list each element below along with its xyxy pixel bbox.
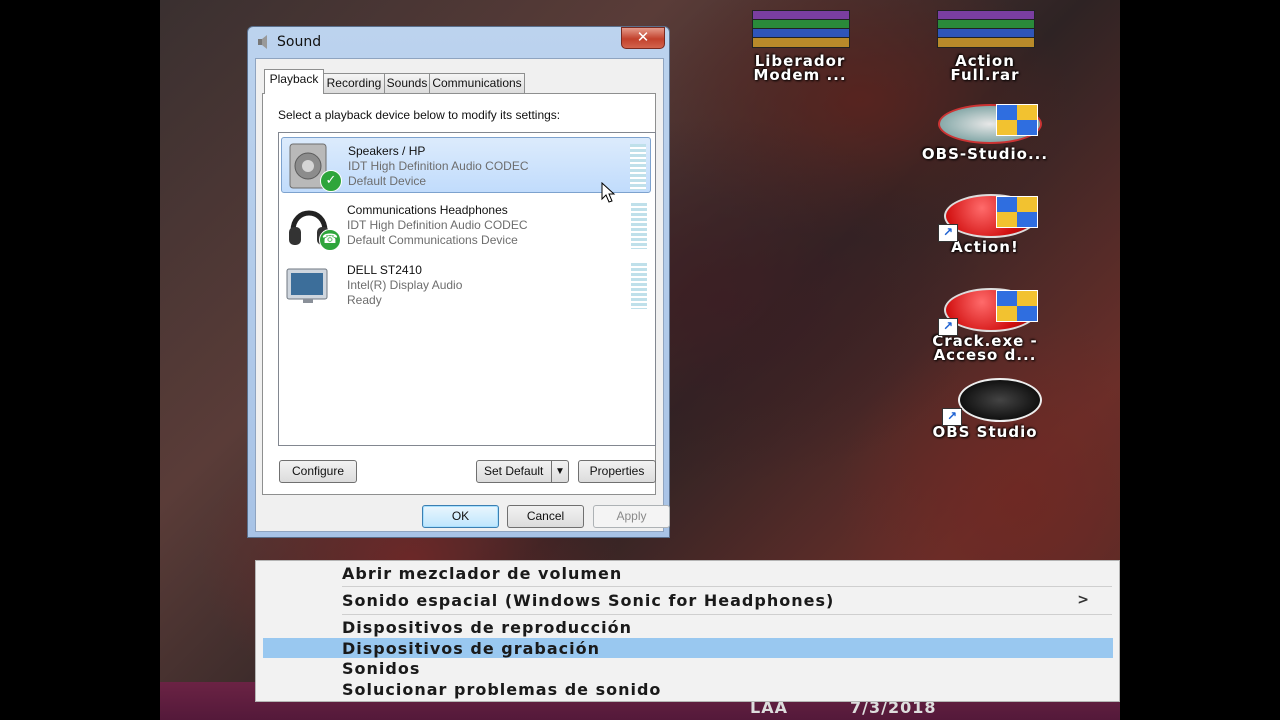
device-item-speakers[interactable]: ✓ Speakers / HP IDT High Definition Audi… [281,137,651,193]
device-item-dell-monitor[interactable]: DELL ST2410 Intel(R) Display Audio Ready [281,257,651,313]
shortcut-arrow-icon: ↗ [938,318,958,336]
menu-item-recording-devices[interactable]: Dispositivos de grabación [342,639,600,658]
apply-button[interactable]: Apply [593,505,670,528]
sound-dialog: Sound ✕ Playback Recording Sounds Commun… [247,26,670,538]
installer-icon [930,100,1042,144]
shortcut-arrow-icon: ↗ [938,224,958,242]
window-title: Sound [277,34,322,50]
device-list[interactable]: ✓ Speakers / HP IDT High Definition Audi… [278,132,656,446]
menu-item-open-volume-mixer[interactable]: Abrir mezclador de volumen [342,564,622,583]
mouse-cursor-icon [601,182,616,203]
desktop-icon-obs-studio[interactable]: ↗ OBS Studio [910,378,1060,441]
menu-item-spatial-sound[interactable]: Sonido espacial (Windows Sonic for Headp… [342,591,834,610]
sound-context-menu: Abrir mezclador de volumen Sonido espaci… [255,560,1120,702]
winrar-icon [752,10,850,48]
volume-meter [630,144,646,190]
winrar-icon [937,10,1035,48]
volume-meter [631,263,647,309]
title-bar[interactable]: Sound ✕ [248,27,669,57]
device-status: Ready [347,293,382,307]
submenu-arrow-icon: > [1077,592,1089,608]
dropdown-arrow-icon[interactable]: ▼ [551,461,568,482]
desktop-icon-label: OBS Studio [932,423,1038,441]
uac-shield-icon [996,104,1038,136]
default-check-icon: ✓ [320,170,342,192]
tab-playback[interactable]: Playback [264,69,324,94]
desktop-icon-label: Liberador Modem ... [753,52,847,84]
cancel-button[interactable]: Cancel [507,505,584,528]
device-driver: Intel(R) Display Audio [347,278,463,292]
dialog-client-area: Playback Recording Sounds Communications… [255,58,670,532]
device-status: Default Device [348,174,427,188]
device-name: DELL ST2410 [347,263,422,277]
device-text: Communications Headphones IDT High Defin… [347,203,528,248]
phone-badge-icon: ☎ [319,229,341,251]
action-icon: ↗ [930,286,1040,336]
desktop-icon-crack-exe[interactable]: ↗ Crack.exe - Acceso d... [910,286,1060,364]
desktop-icon-action-full-rar[interactable]: Action Full.rar [910,10,1060,84]
device-status: Default Communications Device [347,233,518,247]
uac-shield-icon [996,196,1038,228]
menu-item-playback-devices[interactable]: Dispositivos de reproducción [342,618,632,637]
properties-button[interactable]: Properties [578,460,656,483]
desktop-icon-label: Action! [951,238,1019,256]
menu-separator [342,586,1112,587]
configure-button[interactable]: Configure [279,460,357,483]
uac-shield-icon [996,290,1038,322]
menu-separator [342,614,1112,615]
device-driver: IDT High Definition Audio CODEC [348,159,529,173]
tab-recording[interactable]: Recording [323,73,385,93]
shortcut-arrow-icon: ↗ [942,408,962,426]
desktop-icon-obs-studio-installer[interactable]: OBS-Studio... [910,100,1060,163]
playback-panel: Select a playback device below to modify… [262,93,656,495]
volume-meter [631,203,647,249]
set-default-button[interactable]: Set Default ▼ [476,460,569,483]
desktop-icon-label: Action Full.rar [950,52,1020,84]
action-icon: ↗ [930,192,1040,242]
device-text: Speakers / HP IDT High Definition Audio … [348,144,529,189]
menu-item-troubleshoot-sound[interactable]: Solucionar problemas de sonido [342,680,661,699]
tab-sounds[interactable]: Sounds [384,73,430,93]
desktop-icon-label: Crack.exe - Acceso d... [932,332,1038,364]
instruction-text: Select a playback device below to modify… [278,108,561,122]
device-text: DELL ST2410 Intel(R) Display Audio Ready [347,263,462,308]
device-item-headphones[interactable]: ☎ Communications Headphones IDT High Def… [281,197,651,253]
device-name: Speakers / HP [348,144,426,158]
obs-icon: ↗ [930,378,1042,426]
desktop-icon-liberador-modem[interactable]: Liberador Modem ... [725,10,875,84]
device-name: Communications Headphones [347,203,508,217]
set-default-label: Set Default [484,464,544,478]
close-button[interactable]: ✕ [621,27,665,49]
tab-communications[interactable]: Communications [429,73,525,93]
ok-button[interactable]: OK [422,505,499,528]
desktop-icon-action[interactable]: ↗ Action! [910,192,1060,256]
monitor-icon [286,268,328,303]
menu-item-sounds[interactable]: Sonidos [342,659,420,678]
device-driver: IDT High Definition Audio CODEC [347,218,528,232]
speaker-icon [258,35,267,49]
desktop-icon-label: OBS-Studio... [921,145,1049,163]
